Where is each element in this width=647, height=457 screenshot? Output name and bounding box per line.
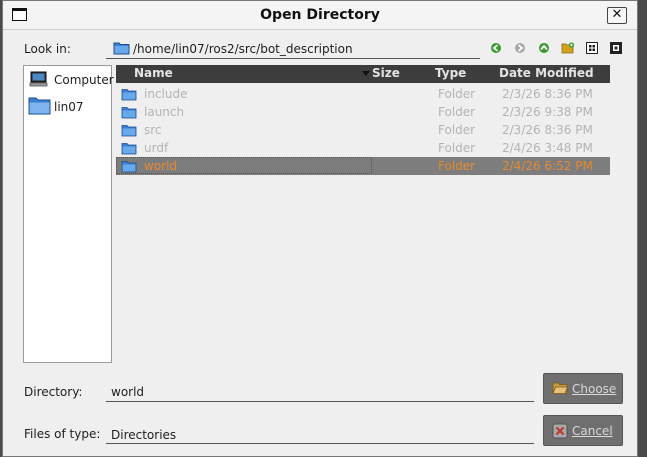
folder-icon [121, 89, 137, 101]
table-row-selected[interactable]: world Folder 2/4/26 6:52 PM [116, 157, 610, 175]
folder-icon [121, 125, 137, 137]
directory-value: world [111, 385, 145, 399]
close-button[interactable]: ✕ [607, 7, 627, 24]
choose-label: Choose [572, 382, 617, 396]
sort-descending-icon [362, 71, 370, 76]
table-row[interactable]: launch Folder 2/3/26 9:38 PM [116, 103, 610, 121]
files-of-type-value: Directories [111, 428, 177, 442]
table-row[interactable]: include Folder 2/3/26 8:36 PM [116, 85, 610, 103]
directory-input[interactable]: world [106, 382, 534, 402]
row-type: Folder [438, 141, 476, 155]
row-name: src [144, 123, 162, 137]
table-row[interactable]: urdf Folder 2/4/26 3:48 PM [116, 139, 610, 157]
folder-icon [113, 42, 130, 55]
column-header-type[interactable]: Type [435, 66, 466, 80]
folder-icon [121, 107, 137, 119]
choose-button[interactable]: Choose [543, 373, 623, 404]
dialog-title: Open Directory [260, 7, 380, 23]
new-folder-icon[interactable] [561, 41, 575, 55]
row-date: 2/3/26 9:38 PM [502, 105, 593, 119]
column-header-name[interactable]: Name [134, 66, 173, 80]
back-icon[interactable] [489, 41, 503, 55]
row-date: 2/4/26 6:52 PM [502, 159, 593, 173]
column-header-size[interactable]: Size [372, 66, 400, 80]
folder-icon [121, 161, 137, 173]
sidebar-item-label: lin07 [54, 100, 84, 114]
title-bar[interactable]: Open Directory ✕ [3, 1, 637, 30]
close-icon: ✕ [611, 7, 623, 22]
places-sidebar: Computer lin07 [23, 65, 114, 363]
forward-icon[interactable] [513, 41, 527, 55]
row-type: Folder [438, 105, 476, 119]
open-folder-icon [552, 382, 568, 394]
computer-icon [29, 71, 48, 87]
directory-label: Directory: [24, 385, 83, 399]
row-type: Folder [438, 87, 476, 101]
sidebar-item-label: Computer [54, 73, 114, 87]
current-path: /home/lin07/ros2/src/bot_description [133, 42, 353, 56]
row-date: 2/3/26 8:36 PM [502, 87, 593, 101]
row-type: Folder [438, 123, 476, 137]
files-of-type-select[interactable]: Directories [106, 424, 534, 444]
row-name: world [144, 159, 178, 173]
file-list[interactable]: Name Size Type Date Modified include Fol… [116, 65, 610, 363]
cancel-button[interactable]: Cancel [543, 415, 623, 446]
list-view-icon[interactable] [585, 41, 599, 55]
sidebar-item-computer[interactable]: Computer [28, 68, 114, 90]
row-date: 2/4/26 3:48 PM [502, 141, 593, 155]
row-name: include [144, 87, 188, 101]
look-in-combo[interactable]: /home/lin07/ros2/src/bot_description [106, 39, 480, 59]
detail-view-icon[interactable] [609, 41, 623, 55]
open-directory-dialog: Open Directory ✕ Look in: /home/lin07/ro… [2, 0, 638, 457]
folder-icon [28, 97, 51, 115]
column-header-date-modified[interactable]: Date Modified [499, 66, 594, 80]
row-name: urdf [144, 141, 169, 155]
row-name: launch [144, 105, 185, 119]
row-type: Folder [438, 159, 476, 173]
files-of-type-label: Files of type: [24, 427, 101, 441]
folder-icon [121, 143, 137, 155]
parent-directory-icon[interactable] [537, 41, 551, 55]
cancel-icon [552, 423, 568, 439]
sidebar-item-lin07[interactable]: lin07 [28, 95, 112, 117]
look-in-label: Look in: [24, 42, 71, 56]
cancel-label: Cancel [572, 424, 613, 438]
table-header: Name Size Type Date Modified [116, 65, 610, 83]
row-date: 2/3/26 8:36 PM [502, 123, 593, 137]
table-row[interactable]: src Folder 2/3/26 8:36 PM [116, 121, 610, 139]
